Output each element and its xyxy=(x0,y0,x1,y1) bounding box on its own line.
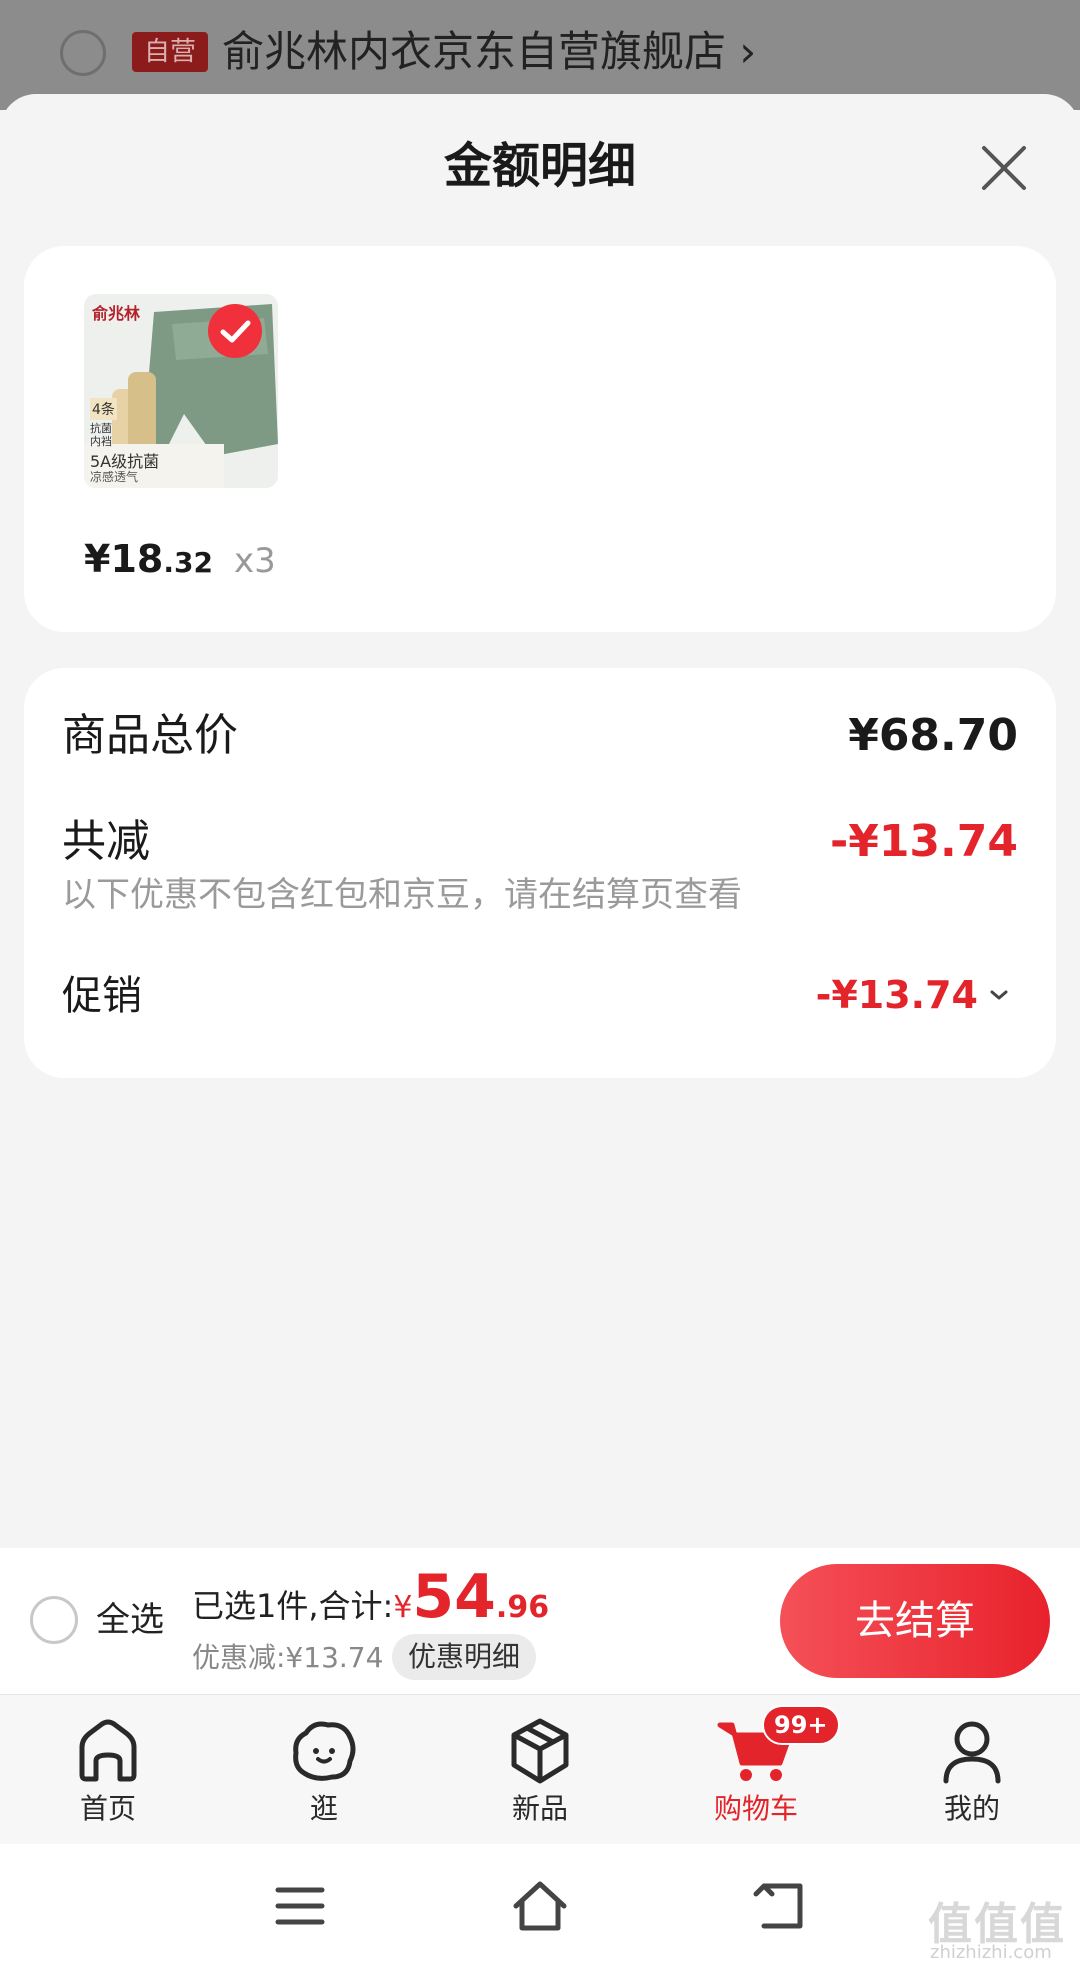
currency-symbol: ¥ xyxy=(393,1590,413,1625)
promo-label: 促销 xyxy=(62,973,142,1019)
tab-label: 我的 xyxy=(943,1792,1000,1825)
close-icon[interactable] xyxy=(976,140,1032,196)
tab-label: 购物车 xyxy=(713,1792,798,1825)
watermark-url: zhizhizhi.com xyxy=(930,1942,1052,1963)
tab-profile[interactable]: 我的 xyxy=(882,1695,1062,1845)
new-products-icon xyxy=(511,1718,569,1784)
select-all-radio[interactable] xyxy=(30,1596,78,1644)
cart-count-badge: 99+ xyxy=(762,1705,840,1745)
thumb-tag-text: 凉感透气 xyxy=(90,470,139,484)
discount-detail-button[interactable]: 优惠明细 xyxy=(392,1634,537,1680)
back-icon[interactable] xyxy=(750,1876,810,1936)
thumb-tag-text: 抗菌内裆 xyxy=(90,422,112,448)
total-amount-integer: 54 xyxy=(412,1562,496,1632)
browse-icon xyxy=(293,1721,356,1781)
reduce-label: 共减 xyxy=(62,816,150,867)
tab-label: 逛 xyxy=(309,1792,338,1825)
total-amount-decimal: .96 xyxy=(495,1590,550,1625)
tab-home[interactable]: 首页 xyxy=(18,1695,198,1845)
amount-detail-sheet: 金额明细 俞兆林 4条 抗菌内裆 5A级抗菌 凉感透气 ¥18.32 x3 商品… xyxy=(0,94,1080,1548)
home-icon xyxy=(79,1719,137,1782)
selected-count-text: 已选1件,合计: xyxy=(192,1587,394,1625)
product-price: ¥18.32 xyxy=(84,534,213,588)
selected-total: 已选1件,合计: ¥ 54 .96 xyxy=(192,1562,549,1632)
tab-browse[interactable]: 逛 xyxy=(234,1695,414,1845)
sheet-title: 金额明细 xyxy=(443,138,636,194)
tab-cart[interactable]: 99+ 购物车 xyxy=(666,1695,846,1845)
price-integer: ¥18 xyxy=(84,537,164,581)
home-nav-icon[interactable] xyxy=(510,1876,570,1936)
product-card: 俞兆林 4条 抗菌内裆 5A级抗菌 凉感透气 ¥18.32 x3 xyxy=(24,246,1056,632)
bottom-tab-bar: 首页 逛 新品 99+ 购物车 我的 xyxy=(0,1694,1080,1844)
discount-note: 以下优惠不包含红包和京豆，请在结算页查看 xyxy=(62,875,742,915)
checkout-bar: 全选 已选1件,合计: ¥ 54 .96 优惠减:¥13.74 优惠明细 去结算 xyxy=(0,1548,1080,1694)
discount-summary: 优惠减:¥13.74 xyxy=(192,1641,384,1674)
tab-label: 首页 xyxy=(79,1792,136,1825)
reduce-value: -¥13.74 xyxy=(829,816,1018,867)
total-value: ¥68.70 xyxy=(848,710,1018,761)
promo-value-toggle[interactable]: -¥13.74 xyxy=(816,970,1010,1020)
profile-icon xyxy=(943,1721,1001,1784)
chevron-down-icon xyxy=(990,990,1008,1000)
thumb-tag-text: 4条 xyxy=(90,398,117,420)
select-all-label[interactable]: 全选 xyxy=(96,1596,164,1644)
price-decimal: .32 xyxy=(163,546,213,579)
selected-check-icon xyxy=(208,304,262,358)
total-label: 商品总价 xyxy=(62,710,238,761)
promo-value: -¥13.74 xyxy=(815,973,978,1017)
store-select-radio[interactable] xyxy=(60,30,106,76)
thumb-brand-text: 俞兆林 xyxy=(92,304,141,323)
product-quantity: x3 xyxy=(234,541,276,581)
store-name[interactable]: 俞兆林内衣京东自营旗舰店 › xyxy=(222,22,756,82)
system-nav-bar: 值值值 zhizhizhi.com xyxy=(0,1844,1080,1968)
tab-new-products[interactable]: 新品 xyxy=(450,1695,630,1845)
menu-icon[interactable] xyxy=(270,1876,330,1936)
checkout-button[interactable]: 去结算 xyxy=(780,1564,1050,1678)
self-operated-badge: 自营 xyxy=(132,32,208,72)
store-name-text: 俞兆林内衣京东自营旗舰店 xyxy=(222,27,727,76)
store-arrow-icon: › xyxy=(739,27,757,76)
price-summary-card: 商品总价 ¥68.70 共减 -¥13.74 以下优惠不包含红包和京豆，请在结算… xyxy=(24,668,1056,1078)
tab-label: 新品 xyxy=(511,1792,568,1825)
